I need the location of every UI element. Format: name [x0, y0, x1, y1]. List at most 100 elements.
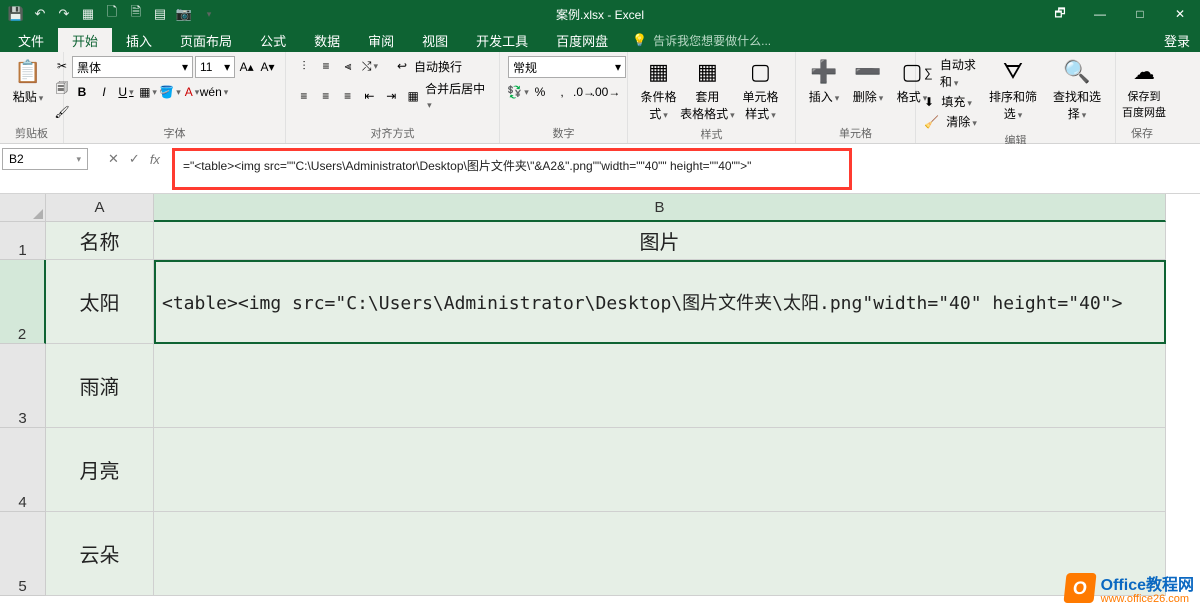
tell-me-search[interactable]: 💡告诉我您想要做什么... — [622, 28, 771, 52]
row-header-4[interactable]: 4 — [0, 428, 46, 512]
maximize-button[interactable]: □ — [1120, 0, 1160, 28]
tab-file[interactable]: 文件 — [4, 28, 58, 52]
column-header-b[interactable]: B — [154, 194, 1166, 222]
cell-b4[interactable] — [154, 428, 1166, 512]
font-name-select[interactable]: 黑体▾ — [72, 56, 193, 78]
align-center-icon[interactable]: ≡ — [316, 86, 336, 106]
save-icon[interactable]: 💾 — [8, 6, 24, 22]
cell-a5[interactable]: 云朵 — [46, 512, 154, 596]
align-middle-icon[interactable]: ≡ — [316, 56, 336, 76]
conditional-format-icon: ▦ — [644, 58, 672, 86]
cell-b5[interactable] — [154, 512, 1166, 596]
row-header-1[interactable]: 1 — [0, 222, 46, 260]
decrease-decimal-icon[interactable]: .00→ — [596, 82, 616, 102]
wrap-text-label[interactable]: 自动换行 — [414, 58, 462, 75]
cell-b2[interactable]: <table><img src="C:\Users\Administrator\… — [154, 260, 1166, 344]
customize-qat-icon[interactable] — [200, 6, 216, 22]
ribbon-display-icon[interactable]: 🗗 — [1040, 0, 1080, 28]
merge-center-button[interactable]: 合并后居中 — [425, 80, 491, 111]
cloud-icon: ☁ — [1130, 58, 1158, 86]
row-header-2[interactable]: 2 — [0, 260, 46, 344]
format-as-table-button[interactable]: ▦套用 表格格式 — [685, 56, 730, 124]
autosum-button[interactable]: ∑ 自动求和 — [924, 56, 979, 90]
delete-cells-button[interactable]: ➖删除 — [848, 56, 888, 107]
watermark-url: www.office26.com — [1101, 593, 1194, 605]
align-top-icon[interactable]: ⫶ — [294, 56, 314, 76]
row-header-5[interactable]: 5 — [0, 512, 46, 596]
minimize-button[interactable]: — — [1080, 0, 1120, 28]
underline-button[interactable]: U — [116, 82, 136, 102]
tab-insert[interactable]: 插入 — [112, 28, 166, 52]
fill-color-button[interactable]: 🪣 — [160, 82, 180, 102]
insert-cells-button[interactable]: ➕插入 — [804, 56, 844, 107]
name-box[interactable]: B2▾ — [2, 148, 88, 170]
watermark: O Office教程网 www.office26.com — [1065, 571, 1194, 605]
delete-icon: ➖ — [854, 58, 882, 86]
page-icon[interactable]: 🗎 — [128, 6, 144, 22]
align-right-icon[interactable]: ≡ — [338, 86, 358, 106]
wrap-text-icon[interactable]: ↩ — [392, 56, 412, 76]
align-left-icon[interactable]: ≡ — [294, 86, 314, 106]
cell-b3[interactable] — [154, 344, 1166, 428]
column-header-a[interactable]: A — [46, 194, 154, 222]
cell-styles-button[interactable]: ▢单元格样式 — [734, 56, 787, 124]
phonetic-button[interactable]: wén — [204, 82, 224, 102]
close-button[interactable]: ✕ — [1160, 0, 1200, 28]
tab-view[interactable]: 视图 — [408, 28, 462, 52]
percent-format-icon[interactable]: % — [530, 82, 550, 102]
italic-button[interactable]: I — [94, 82, 114, 102]
tab-review[interactable]: 审阅 — [354, 28, 408, 52]
border-button[interactable]: ▦ — [138, 82, 158, 102]
decrease-font-icon[interactable]: A▾ — [258, 57, 277, 77]
redo-icon[interactable]: ↷ — [56, 6, 72, 22]
clipboard-icon: 📋 — [14, 58, 42, 86]
clear-button[interactable]: 🧹 清除 — [924, 113, 979, 130]
cell-b1[interactable]: 图片 — [154, 222, 1166, 260]
ribbon-tabs: 文件 开始 插入 页面布局 公式 数据 审阅 视图 开发工具 百度网盘 💡告诉我… — [0, 28, 1200, 52]
select-all-corner[interactable] — [0, 194, 46, 222]
tab-page-layout[interactable]: 页面布局 — [166, 28, 246, 52]
enter-formula-icon[interactable]: ✓ — [129, 151, 140, 167]
camera-icon[interactable]: 📷 — [176, 6, 192, 22]
quick-access-toolbar: 💾 ↶ ↷ ▦ 🗋 🗎 ▤ 📷 — [0, 6, 216, 22]
align-bottom-icon[interactable]: ⫷ — [338, 56, 358, 76]
cell-a3[interactable]: 雨滴 — [46, 344, 154, 428]
conditional-format-button[interactable]: ▦条件格式 — [636, 56, 681, 124]
accounting-format-icon[interactable]: 💱 — [508, 82, 528, 102]
decrease-indent-icon[interactable]: ⇤ — [360, 86, 380, 106]
increase-indent-icon[interactable]: ⇥ — [381, 86, 401, 106]
clipboard-group-label: 剪贴板 — [8, 123, 55, 143]
cancel-formula-icon[interactable]: ✕ — [108, 151, 119, 167]
watermark-title: Office教程网 — [1101, 571, 1194, 595]
fill-button[interactable]: ⬇ 填充 — [924, 93, 979, 110]
cell-a1[interactable]: 名称 — [46, 222, 154, 260]
tab-data[interactable]: 数据 — [300, 28, 354, 52]
cell-a2[interactable]: 太阳 — [46, 260, 154, 344]
cell-a4[interactable]: 月亮 — [46, 428, 154, 512]
merge-icon[interactable]: ▦ — [403, 86, 423, 106]
formula-input[interactable]: ="<table><img src=""C:\Users\Administrat… — [172, 148, 852, 190]
new-icon[interactable]: 🗋 — [104, 6, 120, 22]
tab-developer[interactable]: 开发工具 — [462, 28, 542, 52]
fx-icon[interactable]: fx — [150, 152, 160, 167]
grid-icon[interactable]: ▦ — [80, 6, 96, 22]
table-icon[interactable]: ▤ — [152, 6, 168, 22]
tab-baidu[interactable]: 百度网盘 — [542, 28, 622, 52]
number-group-label: 数字 — [508, 123, 619, 143]
comma-format-icon[interactable]: , — [552, 82, 572, 102]
find-select-button[interactable]: 🔍查找和选择 — [1047, 56, 1107, 124]
font-size-select[interactable]: 11▾ — [195, 56, 235, 78]
sort-filter-button[interactable]: ᗊ排序和筛选 — [983, 56, 1043, 124]
paste-button[interactable]: 📋 粘贴 — [8, 56, 48, 107]
save-baidu-button[interactable]: ☁保存到 百度网盘 — [1124, 56, 1164, 122]
orientation-icon[interactable]: ⤭ — [360, 56, 380, 76]
insert-icon: ➕ — [810, 58, 838, 86]
number-format-select[interactable]: 常规▾ — [508, 56, 626, 78]
tab-formulas[interactable]: 公式 — [246, 28, 300, 52]
increase-font-icon[interactable]: A▴ — [237, 57, 256, 77]
undo-icon[interactable]: ↶ — [32, 6, 48, 22]
login-link[interactable]: 登录 — [1164, 31, 1190, 50]
tab-home[interactable]: 开始 — [58, 28, 112, 52]
bold-button[interactable]: B — [72, 82, 92, 102]
row-header-3[interactable]: 3 — [0, 344, 46, 428]
